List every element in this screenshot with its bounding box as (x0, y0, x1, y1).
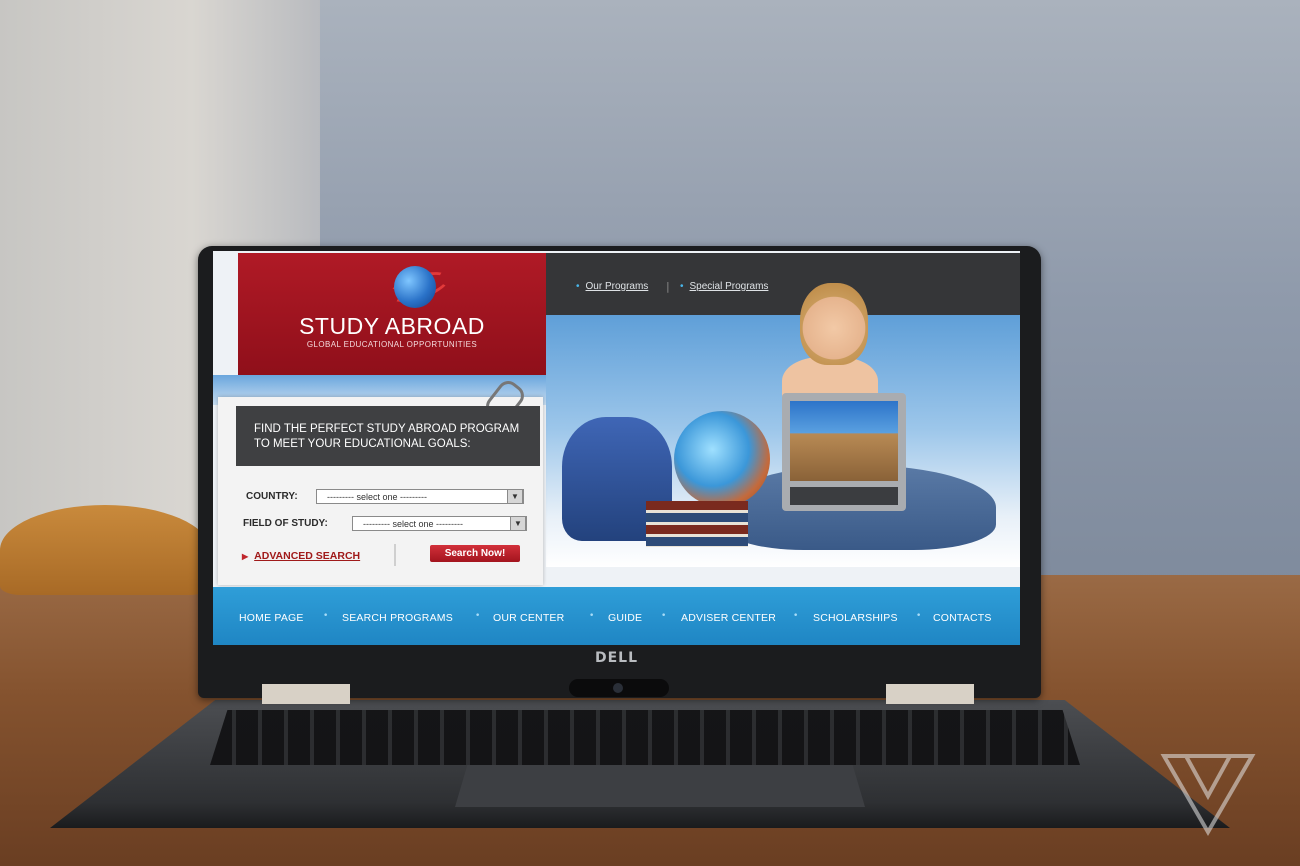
field-of-study-label: FIELD OF STUDY: (243, 518, 328, 529)
desk-globe-illustration (674, 411, 770, 507)
advanced-search-label: ADVANCED SEARCH (254, 550, 361, 562)
nav-dot: • (589, 611, 595, 621)
nav-contacts[interactable]: CONTACTS (933, 612, 992, 624)
laptop-screen: STUDY ABROAD GLOBAL EDUCATIONAL OPPORTUN… (213, 251, 1020, 645)
webcam-icon (569, 679, 669, 697)
link-separator: | (666, 280, 670, 293)
link-our-programs-label: Our Programs (585, 281, 649, 292)
books-illustration (646, 501, 748, 547)
nav-adviser-center[interactable]: ADVISER CENTER (681, 612, 776, 624)
laptop-trackpad (455, 765, 865, 807)
link-special-programs-label: Special Programs (689, 281, 769, 292)
chair-back (0, 505, 210, 595)
nav-scholarships[interactable]: SCHOLARSHIPS (813, 612, 898, 624)
heading-line-2: TO MEET YOUR EDUCATIONAL GOALS: (254, 438, 471, 450)
colosseum-photo (790, 401, 898, 481)
watermark-logo-icon (1160, 754, 1256, 836)
country-label: COUNTRY: (246, 491, 298, 502)
nav-dot: • (661, 611, 667, 621)
advanced-search-arrow-icon: ▶ (242, 552, 249, 561)
hero-laptop-keyboard (790, 487, 898, 505)
link-our-programs[interactable]: • Our Programs (576, 281, 648, 292)
country-select[interactable]: --------- select one --------- ▼ (316, 489, 524, 504)
heading-line-1: FIND THE PERFECT STUDY ABROAD PROGRAM (254, 423, 520, 435)
search-panel: FIND THE PERFECT STUDY ABROAD PROGRAM TO… (218, 376, 543, 585)
laptop-brand-logo: DELL (595, 650, 639, 666)
search-panel-heading: FIND THE PERFECT STUDY ABROAD PROGRAM TO… (236, 406, 540, 466)
search-panel-heading-text: FIND THE PERFECT STUDY ABROAD PROGRAM TO… (254, 422, 519, 452)
laptop-hinge-left (262, 684, 350, 704)
field-of-study-select[interactable]: --------- select one --------- ▼ (352, 516, 527, 531)
nav-our-center[interactable]: OUR CENTER (493, 612, 564, 624)
laptop-keyboard (210, 710, 1080, 765)
hero-laptop-illustration (782, 393, 906, 511)
advanced-search-link[interactable]: ▶ ADVANCED SEARCH (242, 550, 360, 562)
bullet-icon: • (680, 281, 684, 292)
site-subtitle: GLOBAL EDUCATIONAL OPPORTUNITIES (306, 340, 478, 349)
hero-student-head (800, 283, 868, 365)
nav-home-page[interactable]: HOME PAGE (239, 612, 304, 624)
nav-dot: • (323, 611, 329, 621)
nav-dot: • (916, 611, 922, 621)
country-select-value: --------- select one --------- (327, 492, 427, 502)
field-of-study-select-value: --------- select one --------- (363, 519, 463, 529)
dropdown-arrow-icon[interactable]: ▼ (507, 489, 523, 504)
top-links-bar: • Our Programs | • Special Programs (546, 253, 1020, 315)
main-nav: HOME PAGE • SEARCH PROGRAMS • OUR CENTER… (213, 587, 1020, 645)
site-logo-box[interactable]: STUDY ABROAD GLOBAL EDUCATIONAL OPPORTUN… (238, 253, 546, 375)
link-special-programs[interactable]: • Special Programs (680, 281, 768, 292)
divider (394, 544, 396, 566)
hero-image (546, 283, 1020, 567)
site-title: STUDY ABROAD (299, 313, 485, 339)
dropdown-arrow-icon[interactable]: ▼ (510, 516, 526, 531)
globe-logo-icon (394, 266, 436, 308)
nav-guide[interactable]: GUIDE (608, 612, 642, 624)
nav-search-programs[interactable]: SEARCH PROGRAMS (342, 612, 453, 624)
laptop-hinge-right (886, 684, 974, 704)
bullet-icon: • (576, 281, 580, 292)
nav-dot: • (793, 611, 799, 621)
search-now-button[interactable]: Search Now! (430, 545, 520, 562)
nav-dot: • (475, 611, 481, 621)
